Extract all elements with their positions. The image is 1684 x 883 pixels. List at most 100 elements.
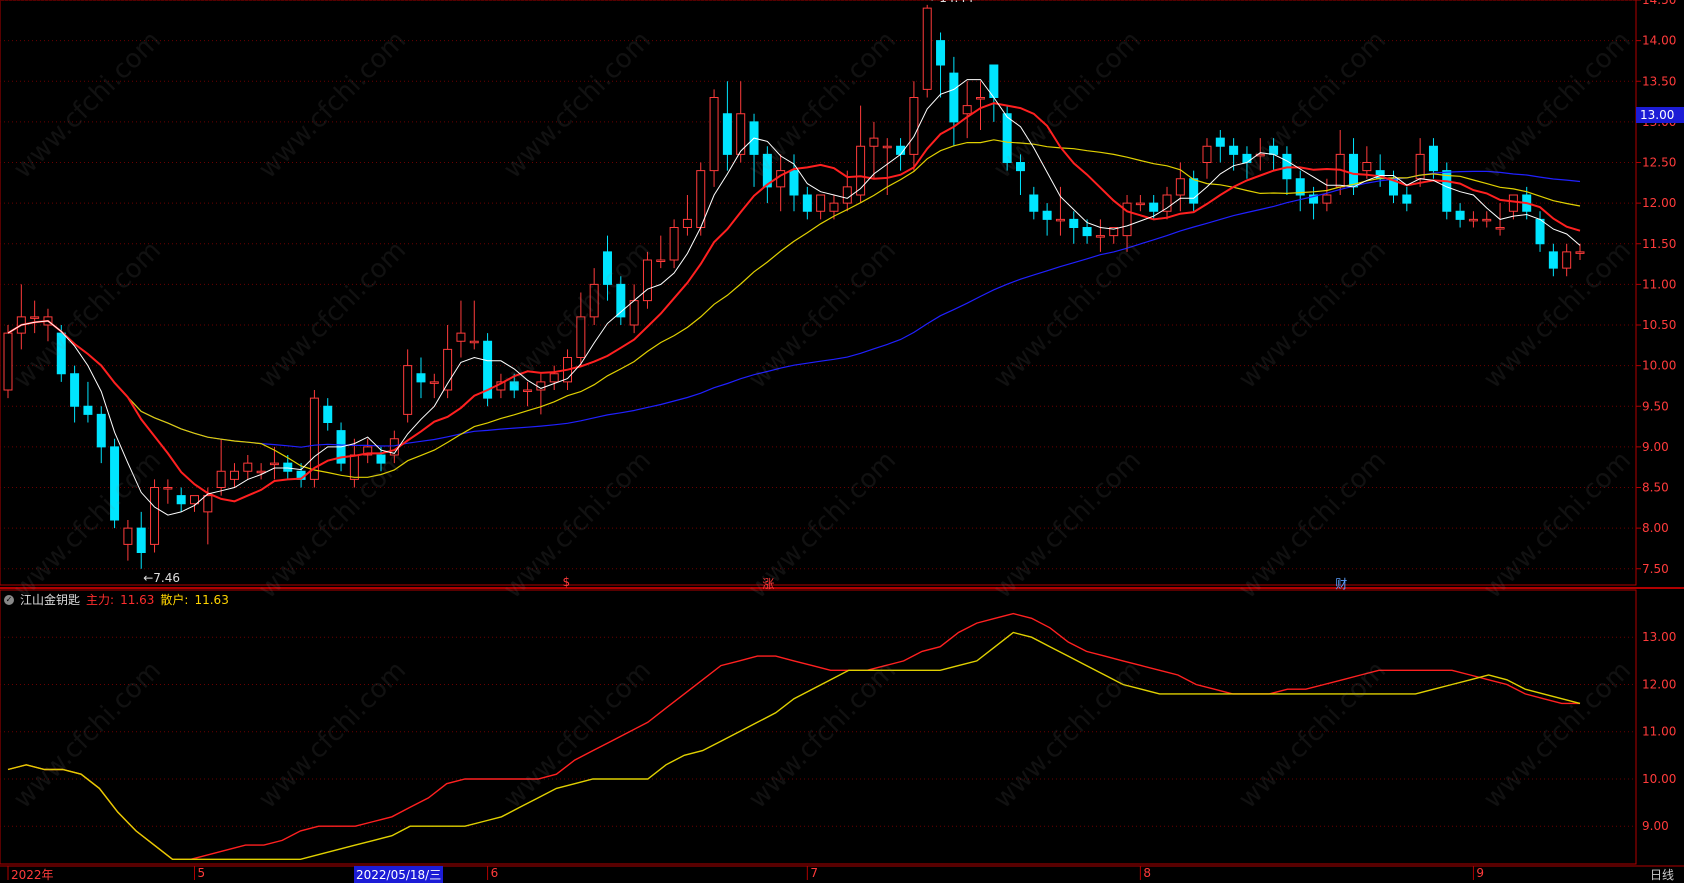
candle-body [1082, 227, 1092, 237]
indicator-axis-label: 9.00 [1642, 819, 1669, 833]
candle-body [216, 470, 226, 488]
candle-body [1202, 145, 1212, 163]
candle-body [949, 72, 959, 123]
selected-date-label: 2022/05/18/三 [354, 866, 444, 883]
candle-body [30, 316, 40, 319]
candle-body [829, 202, 839, 212]
candle-body [416, 373, 426, 383]
x-axis-label: 5 [197, 866, 206, 880]
candle-body [243, 462, 253, 472]
x-axis-label: 7 [810, 866, 818, 880]
candle-body [1149, 202, 1159, 212]
candle-body [816, 194, 826, 212]
indicator-header: ✓ 江山金钥匙 主力: 11.63 散户: 11.63 [4, 591, 229, 608]
candle-body [256, 470, 266, 474]
candle-body [1495, 227, 1505, 230]
price-axis-label: 9.00 [1642, 440, 1669, 454]
candle-body [403, 365, 413, 415]
candle-body [1189, 178, 1199, 204]
candle-body [150, 487, 160, 545]
candle-body [1428, 145, 1438, 172]
candle-body [856, 145, 866, 196]
indicator-series-line [7, 612, 1580, 860]
candle-body [3, 332, 13, 391]
candle-body [922, 7, 932, 90]
candle-body [1455, 210, 1465, 220]
main-force-value: 11.63 [120, 592, 155, 607]
indicator-name: 江山金钥匙 [20, 593, 81, 607]
chart-stage: 7.50 8.00 8.50 9.00 9.50 10.00 10.50 11.00 11.50… [0, 0, 1684, 880]
indicator-axis-label: 12.00 [1642, 677, 1676, 691]
price-axis-label: 12.50 [1642, 156, 1676, 170]
candle-body [1442, 170, 1452, 212]
price-axis-label: 11.50 [1642, 237, 1676, 251]
candle-body [1229, 145, 1239, 155]
candle-body [1402, 194, 1412, 204]
candle-body [936, 40, 946, 66]
price-axis-label: 8.00 [1642, 521, 1669, 535]
candle-body [176, 495, 186, 505]
candle-body [1362, 162, 1372, 172]
candle-body [989, 64, 999, 98]
candle-body [962, 105, 972, 115]
candle-body [1535, 218, 1545, 245]
high_mark-value: 14.44 [939, 0, 973, 5]
indicator-axis-label: 10.00 [1642, 772, 1676, 786]
arrow-left-icon: ← [143, 570, 154, 585]
candle-body [469, 340, 479, 344]
candle-body [1135, 202, 1145, 206]
price-axis-label: 13.50 [1642, 74, 1676, 88]
price-axis-label: 14.00 [1642, 34, 1676, 48]
candle-body [1548, 251, 1558, 269]
candle-body [709, 97, 719, 172]
candle-body [722, 113, 732, 155]
high_mark-marker: ←14.44 [929, 0, 973, 5]
candle-body [656, 259, 666, 262]
price-axis-label: 11.00 [1642, 277, 1676, 291]
event-marker[interactable]: 涨 [762, 575, 774, 592]
candle-body [629, 300, 639, 326]
current-price-tag: 13.00 [1636, 107, 1684, 123]
candle-body [323, 405, 333, 423]
event-marker[interactable]: $ [563, 575, 571, 589]
candle-body [229, 470, 239, 480]
candle-body [869, 137, 879, 147]
candle-body [123, 527, 133, 545]
candle-body [1562, 251, 1572, 269]
candle-body [1029, 194, 1039, 212]
indicator-axis-label: 13.00 [1642, 630, 1676, 644]
candle-body [163, 487, 173, 490]
candle-body [70, 373, 80, 407]
candle-body [1175, 178, 1185, 196]
price-axis-label: 14.50 [1642, 0, 1676, 7]
indicator-axis-label: 11.00 [1642, 725, 1676, 739]
candle-body [1349, 153, 1359, 188]
x-axis-label: 8 [1143, 866, 1151, 880]
price-axis-label: 12.00 [1642, 196, 1676, 210]
price-axis-label: 8.50 [1642, 481, 1669, 495]
price-axis-label: 10.50 [1642, 318, 1676, 332]
candle-body [669, 227, 679, 261]
candle-body [269, 462, 279, 466]
candle-body [136, 527, 146, 553]
candle-body [456, 332, 466, 342]
candle-body [842, 186, 852, 204]
candle-body [789, 170, 799, 196]
candle-body [1215, 137, 1225, 147]
candle-body [1508, 194, 1518, 212]
candle-body [909, 97, 919, 155]
x-axis-label: 2022年 [11, 868, 54, 882]
low_mark-value: 7.46 [153, 570, 180, 585]
price-axis-label: 7.50 [1642, 562, 1669, 576]
period-label[interactable]: 日线 [1650, 866, 1674, 883]
candle-body [682, 218, 692, 228]
candle-body [882, 145, 892, 149]
candle-body [349, 454, 359, 480]
event-marker[interactable]: 财 [1335, 575, 1347, 592]
candle-body [802, 194, 812, 212]
retail-label: 散户: [160, 593, 189, 607]
indicator-toggle-icon[interactable]: ✓ [4, 594, 14, 605]
price-axis-label: 10.00 [1642, 359, 1676, 373]
candle-body [1575, 251, 1585, 254]
candle-body [96, 413, 106, 448]
